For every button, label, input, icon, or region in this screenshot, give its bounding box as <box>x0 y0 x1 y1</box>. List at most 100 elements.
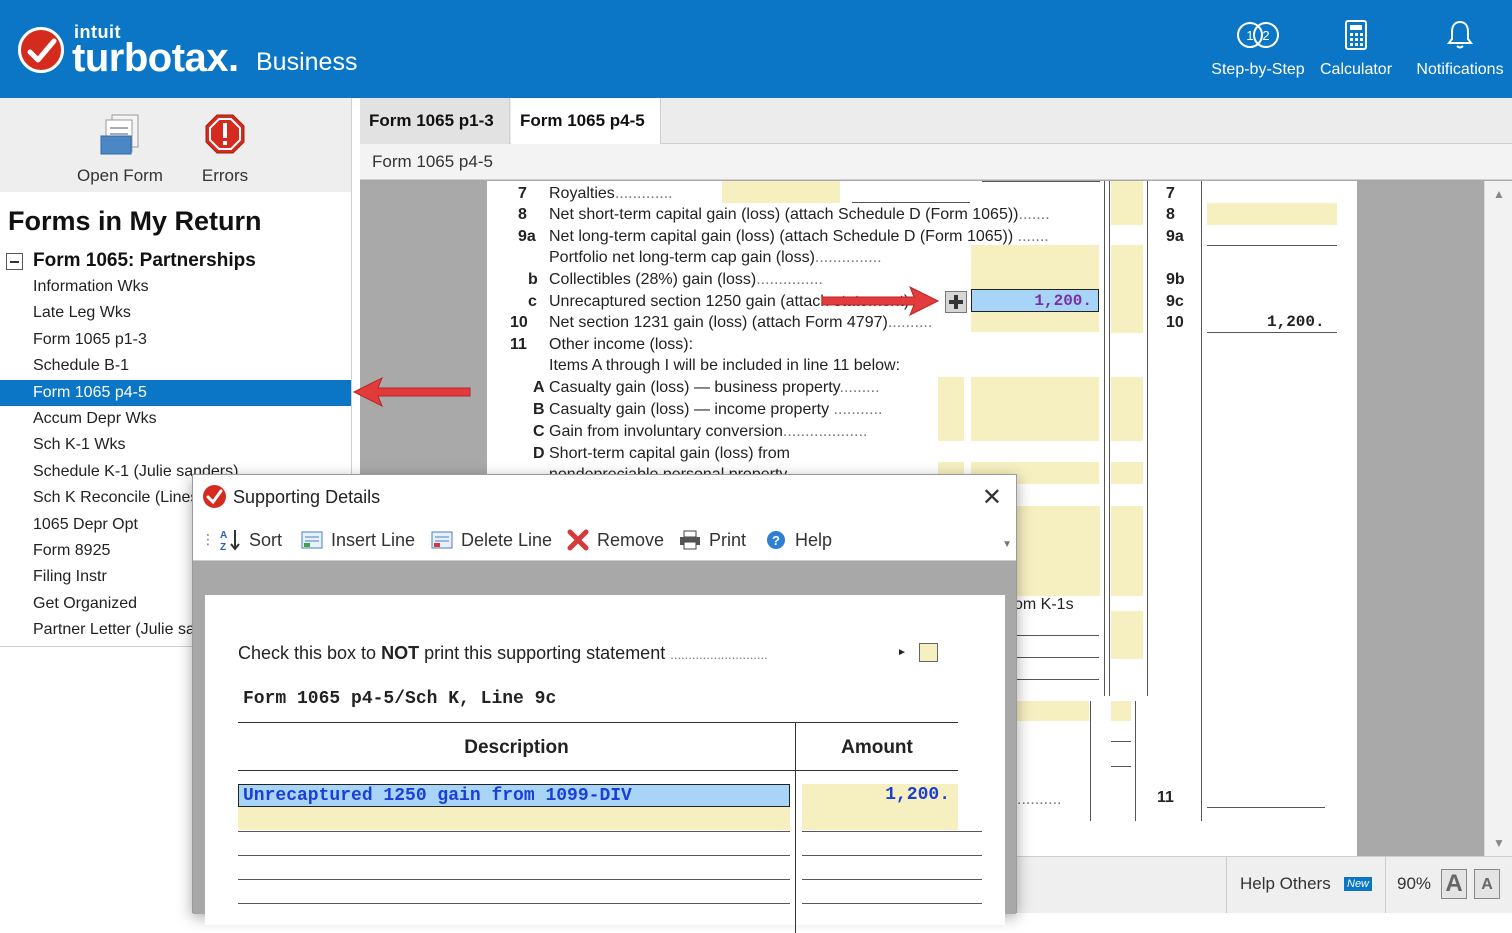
row-rule <box>802 831 982 832</box>
code-column-field[interactable] <box>1111 181 1143 225</box>
errors-label: Errors <box>201 166 249 185</box>
tab-form-1065-p1-3[interactable]: Form 1065 p1-3 <box>360 98 510 144</box>
description-row-2[interactable] <box>238 807 790 830</box>
code-column-field[interactable] <box>1111 462 1143 484</box>
errors-button[interactable]: Errors <box>190 112 260 186</box>
right-line-9a: 9a <box>1166 228 1184 245</box>
svg-text:?: ? <box>772 533 780 548</box>
code-column-field[interactable] <box>1111 245 1143 333</box>
form-item-form-1065-p1-3[interactable]: Form 1065 p1-3 <box>0 327 351 353</box>
casualty-b-field[interactable] <box>971 399 1099 421</box>
statement-reference: Form 1065 p4-5/Sch K, Line 9c <box>243 689 557 709</box>
help-others-button[interactable]: Help Others New <box>1226 856 1386 913</box>
tab-form-1065-p4-5[interactable]: Form 1065 p4-5 <box>511 98 661 144</box>
amount-row-1-value: 1,200. <box>885 785 950 805</box>
open-form-button[interactable]: Open Form <box>72 112 168 186</box>
scroll-down-icon[interactable]: ▼ <box>1493 836 1505 850</box>
amount-row-1[interactable]: 1,200. <box>802 784 958 807</box>
item-c-label: Gain from involuntary conversion........… <box>549 423 868 440</box>
line-9b-letter: b <box>528 271 538 288</box>
supporting-statement-sheet: Check this box to NOT print this support… <box>205 595 1005 933</box>
item-a-letter: A <box>533 379 545 396</box>
casualty-a-small-field[interactable] <box>938 377 964 399</box>
form-item-form-1065-p4-5[interactable]: Form 1065 p4-5 <box>0 379 351 406</box>
notifications-button[interactable]: Notifications <box>1412 15 1508 79</box>
line-9c-amount-value: 1,200. <box>1034 292 1092 310</box>
help-question-icon: ? <box>765 529 787 551</box>
description-row-1-value: Unrecaptured 1250 gain from 1099-DIV <box>243 786 632 806</box>
scroll-up-icon[interactable]: ▲ <box>1493 187 1505 201</box>
code-column-field[interactable] <box>1111 377 1143 441</box>
bell-icon <box>1412 15 1508 55</box>
line-9c-letter: c <box>528 293 537 310</box>
casualty-a-field[interactable] <box>971 377 1099 399</box>
delete-line-icon <box>431 529 453 551</box>
error-alert-icon <box>190 112 260 156</box>
font-small-button[interactable]: A <box>1474 869 1500 899</box>
calculator-label: Calculator <box>1319 61 1393 78</box>
right-line-9c: 9c <box>1166 293 1184 310</box>
code-column-field[interactable] <box>1111 506 1143 596</box>
annotation-arrow-left-icon <box>352 376 471 408</box>
zoom-level: 90% <box>1397 874 1432 893</box>
row-rule <box>238 903 790 904</box>
insert-line-button[interactable]: Insert Line <box>301 529 415 551</box>
line-11-label: Other income (loss): <box>549 336 694 353</box>
item-d-letter: D <box>533 445 545 462</box>
line8-total-field[interactable] <box>1207 203 1337 225</box>
casualty-b-small-field[interactable] <box>938 399 964 421</box>
new-badge: New <box>1344 877 1373 891</box>
delete-line-button[interactable]: Delete Line <box>431 529 552 551</box>
form-divider <box>1201 181 1202 821</box>
description-row-1[interactable]: Unrecaptured 1250 gain from 1099-DIV <box>238 784 790 807</box>
svg-text:2: 2 <box>1262 28 1269 43</box>
font-large-button[interactable]: A <box>1441 869 1467 899</box>
sec1231-field[interactable] <box>971 312 1099 332</box>
other-fields[interactable] <box>1016 506 1100 596</box>
form-item-accum-depr-wks[interactable]: Accum Depr Wks <box>0 406 351 432</box>
item-c-letter: C <box>533 423 545 440</box>
line-11-number: 11 <box>510 336 527 353</box>
involuntary-small-field[interactable] <box>938 421 964 441</box>
dialog-title: Supporting Details <box>233 487 381 507</box>
remove-button[interactable]: Remove <box>567 529 664 551</box>
sort-button[interactable]: AZ Sort <box>219 529 283 553</box>
k1s-label: om K-1s <box>1014 596 1074 613</box>
portfolio-label: Portfolio net long-term cap gain (loss).… <box>549 249 882 266</box>
open-form-icon <box>72 112 168 156</box>
form-item-information-wks[interactable]: Information Wks <box>0 274 351 300</box>
field-underline <box>1111 766 1131 767</box>
form-item-late-leg-wks[interactable]: Late Leg Wks <box>0 300 351 326</box>
amount-row-2[interactable] <box>802 807 958 830</box>
help-others-label: Help Others <box>1240 874 1331 893</box>
calculator-button[interactable]: Calculator <box>1316 15 1396 79</box>
sort-label: Sort <box>249 529 283 550</box>
help-button[interactable]: ? Help <box>765 529 832 551</box>
remove-label: Remove <box>597 529 665 550</box>
form-item-schedule-b-1[interactable]: Schedule B-1 <box>0 353 351 379</box>
form-scrollbar[interactable]: ▲ ▼ <box>1484 181 1512 856</box>
tree-root-form-1065[interactable]: Form 1065: Partnerships <box>6 250 256 272</box>
involuntary-field[interactable] <box>971 421 1099 441</box>
turbotax-logo-text: turbotax. <box>72 36 239 80</box>
code-column-field[interactable] <box>1111 611 1143 659</box>
close-icon[interactable]: ✕ <box>982 483 1002 512</box>
supporting-details-plus-icon[interactable] <box>945 291 967 313</box>
notifications-label: Notifications <box>1416 61 1504 78</box>
dialog-toolbar: ⋮ AZ Sort Insert Line Delete Line Remove <box>193 519 1016 561</box>
portfolio-field[interactable] <box>971 245 1099 267</box>
print-button[interactable]: Print <box>679 529 746 551</box>
step-by-step-button[interactable]: 1 2 Step-by-Step <box>1208 15 1308 79</box>
form-tabs: Form 1065 p1-3 Form 1065 p4-5 <box>360 98 1512 144</box>
code-column-field[interactable] <box>1111 701 1131 721</box>
no-print-checkbox[interactable] <box>919 643 938 662</box>
form-item-sch-k-1-wks[interactable]: Sch K-1 Wks <box>0 432 351 458</box>
collapse-icon[interactable] <box>6 252 23 270</box>
line-9c-amount-field[interactable]: 1,200. <box>971 289 1099 312</box>
collectibles-field[interactable] <box>971 267 1099 289</box>
insert-line-icon <box>301 529 323 551</box>
royalties-field[interactable] <box>722 181 840 203</box>
toolbar-overflow-icon[interactable]: ▼ <box>1002 539 1012 550</box>
line-9a-label: Net long-term capital gain (loss) (attac… <box>549 228 1049 245</box>
row-rule <box>802 855 982 856</box>
